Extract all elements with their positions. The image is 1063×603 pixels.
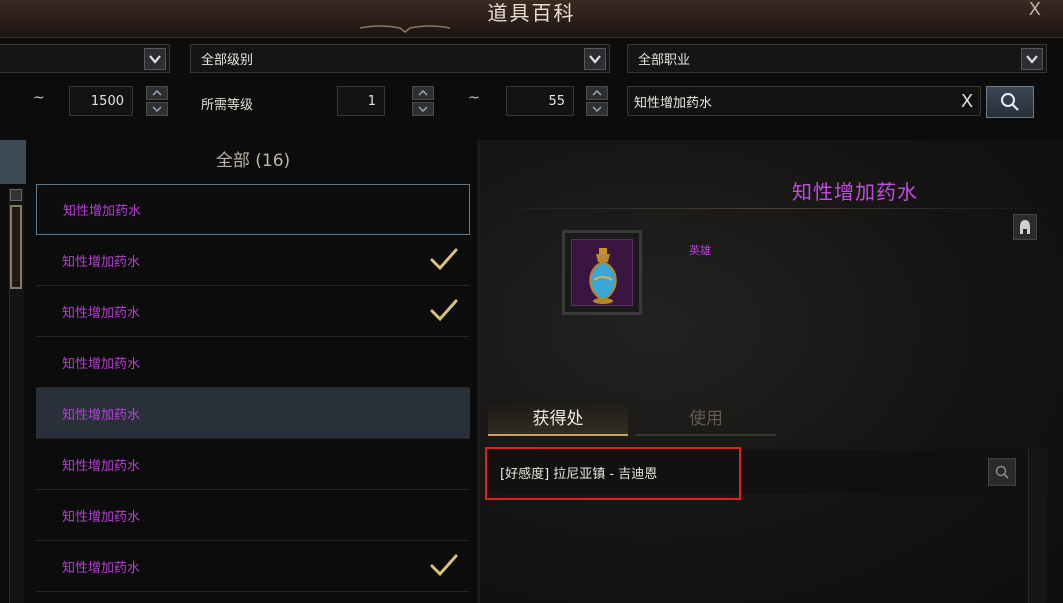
detail-scrollbar[interactable] (1028, 447, 1047, 603)
range-tilde: ~ (33, 90, 45, 106)
range-max-stepper[interactable] (146, 86, 168, 116)
level-max-input[interactable]: 55 (506, 86, 574, 116)
tab-usage[interactable]: 使用 (636, 402, 776, 436)
title-divider (480, 208, 1063, 209)
equip-preview-button[interactable] (1013, 214, 1037, 240)
search-icon (995, 465, 1009, 479)
level-min-stepper[interactable] (412, 86, 434, 116)
list-item[interactable]: 知性增加药水 (36, 286, 470, 337)
item-detail-panel: 知性增加药水 英雄 获得处 使用 [好感度] 拉尼亚镇 - 吉迪恩 (480, 140, 1063, 603)
stepper-down-button[interactable] (146, 102, 168, 116)
list-item[interactable]: 知性增加药水 (36, 337, 470, 388)
checkmark-icon (430, 299, 458, 322)
list-item[interactable]: 知性增加药水 (36, 388, 470, 439)
stepper-up-button[interactable] (586, 86, 608, 100)
list-item-label: 知性增加药水 (62, 407, 141, 423)
list-item-label: 知性增加药水 (62, 305, 141, 321)
stepper-up-button[interactable] (412, 86, 434, 100)
list-item-label: 知性增加药水 (62, 458, 141, 474)
filter-row-selects: 全部级别 全部职业 (0, 44, 1063, 74)
search-input[interactable]: 知性增加药水 (628, 92, 954, 111)
list-item[interactable]: 知性增加药水 (36, 439, 470, 490)
list-header: 全部 (16) (215, 151, 291, 171)
detail-tabs: 获得处 使用 (488, 402, 778, 437)
list-item-label: 知性增加药水 (62, 509, 141, 525)
item-rarity: 英雄 (689, 244, 711, 257)
scrollbar-thumb[interactable] (10, 205, 22, 289)
level-min-input[interactable]: 1 (337, 86, 385, 116)
required-level-label: 所需等级 (201, 98, 254, 113)
chevron-down-icon[interactable] (144, 47, 166, 70)
tab-obtain[interactable]: 获得处 (488, 402, 628, 436)
class-select-label: 全部职业 (638, 53, 691, 68)
title-ornament (360, 25, 450, 33)
item-icon-slot (571, 239, 633, 306)
level-range-tilde: ~ (468, 90, 480, 106)
level-select[interactable]: 全部级别 (190, 44, 610, 73)
helmet-icon (1020, 220, 1030, 234)
list-item[interactable]: 知性增加药水 (36, 490, 470, 541)
chevron-down-icon[interactable] (1021, 47, 1043, 70)
level-max-stepper[interactable] (586, 86, 608, 116)
window-titlebar: 道具百科 X (0, 0, 1063, 38)
list-item-label: 知性增加药水 (62, 560, 141, 576)
item-name-title: 知性增加药水 (792, 180, 918, 204)
class-select[interactable]: 全部职业 (627, 44, 1047, 73)
item-list-panel: 全部 (16) 知性增加药水 知性增加药水 知性增加药水 知性增加药水 知性增加药水 知性… (36, 140, 470, 603)
close-button[interactable]: X (1029, 0, 1041, 20)
list-item-label: 知性增加药水 (63, 204, 142, 219)
checkmark-icon (430, 554, 458, 577)
stepper-up-button[interactable] (146, 86, 168, 100)
stepper-down-button[interactable] (412, 102, 434, 116)
level-select-label: 全部级别 (201, 53, 254, 68)
window-title: 道具百科 (487, 1, 576, 25)
potion-icon (589, 248, 617, 304)
sidebar-tab[interactable] (0, 140, 26, 184)
list-item[interactable]: 知性增加药水 (36, 235, 470, 286)
scroll-up-button[interactable] (10, 189, 22, 201)
list-item-label: 知性增加药水 (62, 254, 141, 270)
range-max-input[interactable]: 1500 (69, 86, 133, 116)
locate-source-button[interactable] (988, 458, 1016, 486)
clear-search-button[interactable]: X (954, 91, 980, 112)
filter-row-ranges: ~ 1500 所需等级 1 ~ 55 知性增加药水 X (0, 86, 1063, 118)
item-icon-frame (562, 230, 642, 315)
stepper-down-button[interactable] (586, 102, 608, 116)
source-row[interactable]: [好感度] 拉尼亚镇 - 吉迪恩 (488, 450, 1028, 494)
item-search-field[interactable]: 知性增加药水 X (627, 86, 981, 116)
checkmark-icon (430, 248, 458, 271)
search-button[interactable] (986, 86, 1034, 118)
category-select[interactable] (0, 44, 170, 73)
chevron-down-icon[interactable] (584, 47, 606, 70)
list-item[interactable]: 知性增加药水 (36, 541, 470, 592)
search-icon (1001, 93, 1019, 111)
source-text: [好感度] 拉尼亚镇 - 吉迪恩 (500, 466, 658, 482)
list-item[interactable]: 知性增加药水 (36, 184, 470, 235)
list-item-label: 知性增加药水 (62, 356, 141, 372)
